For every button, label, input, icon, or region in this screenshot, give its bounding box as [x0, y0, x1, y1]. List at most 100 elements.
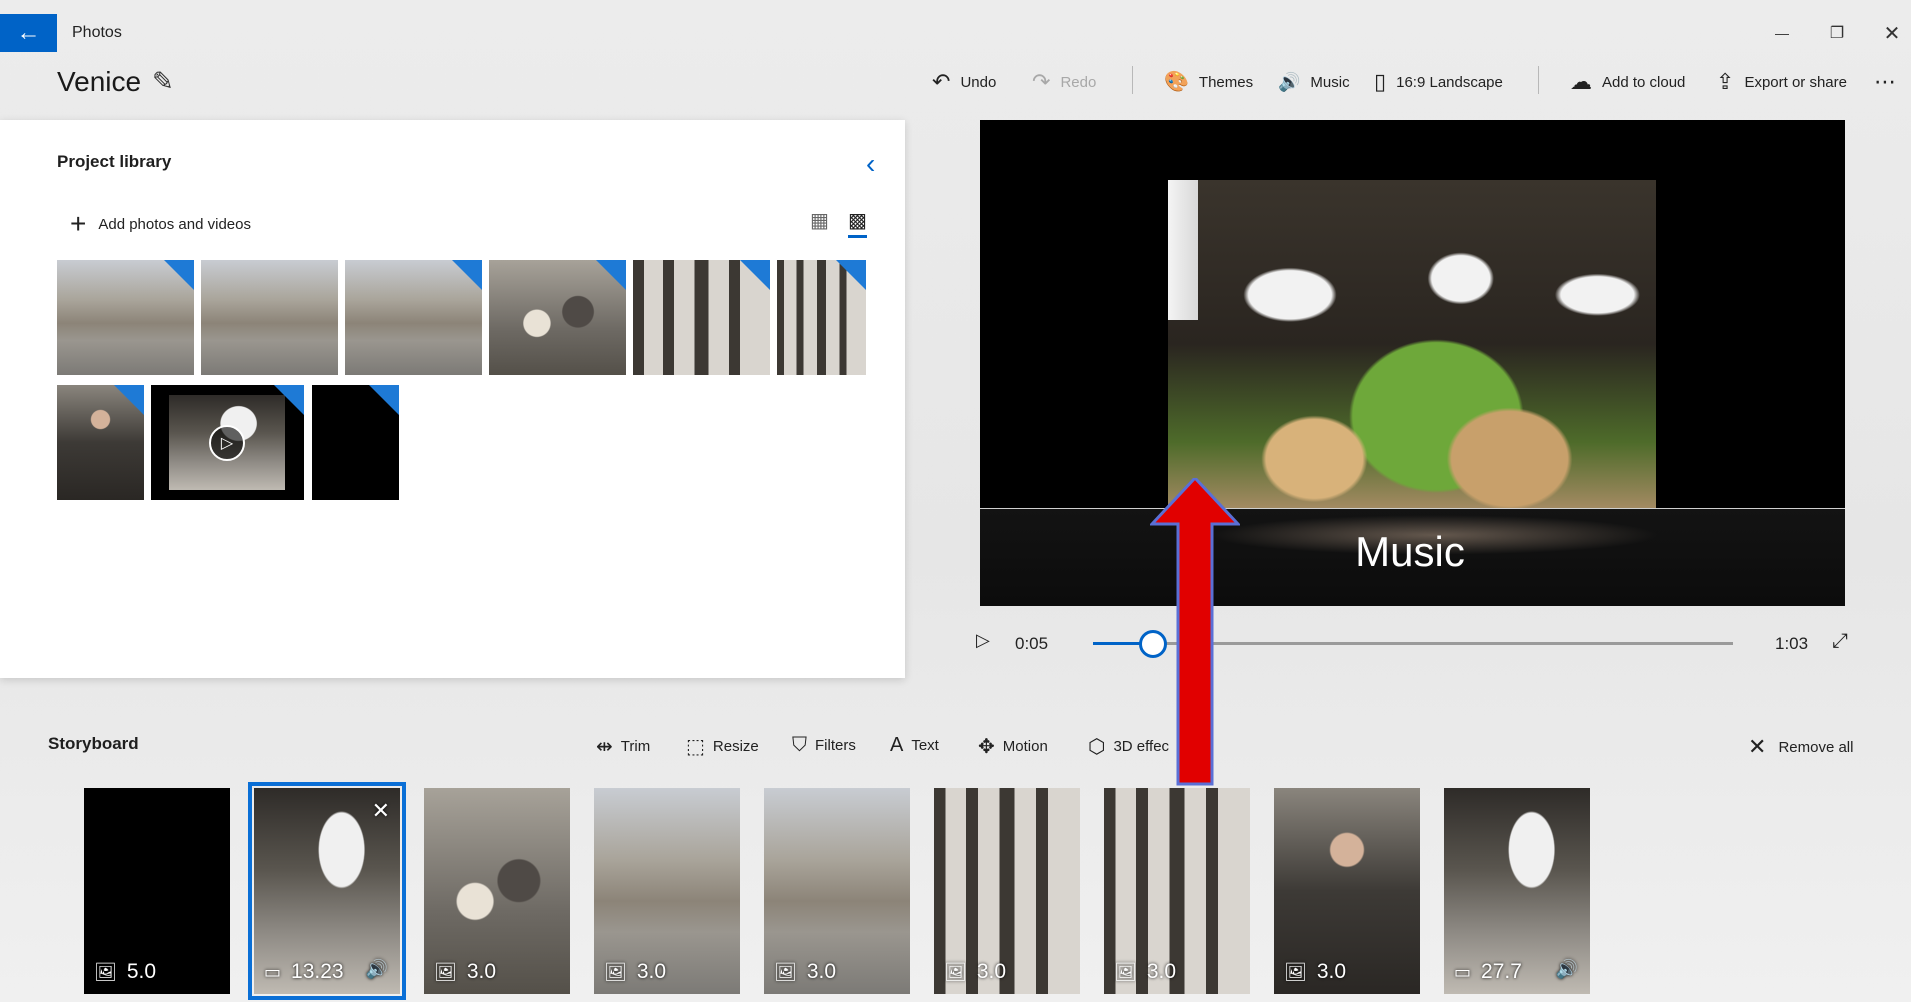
storyboard-card[interactable]: ▭ 27.7 🔊	[1444, 788, 1590, 994]
card-duration: 3.0	[1316, 960, 1347, 983]
trim-label: Trim	[620, 738, 651, 755]
edit-title-icon[interactable]: ✎	[152, 66, 174, 97]
aspect-ratio-button[interactable]: ▯ 16:9 Landscape	[1374, 66, 1503, 98]
export-share-label: Export or share	[1744, 73, 1847, 91]
redo-icon: ↷	[1032, 69, 1051, 94]
in-use-marker	[274, 385, 304, 415]
undo-icon: ↶	[932, 69, 951, 94]
speaker-icon: 🔊	[1278, 72, 1301, 92]
storyboard-card[interactable]: 🖼 5.0	[84, 788, 230, 994]
audio-icon[interactable]: 🔊	[1556, 959, 1578, 980]
storyboard-card[interactable]: 🖼 3.0	[934, 788, 1080, 994]
aspect-ratio-label: 16:9 Landscape	[1396, 73, 1503, 91]
library-thumbnail[interactable]	[57, 385, 144, 500]
card-duration: 3.0	[806, 960, 837, 983]
themes-label: Themes	[1198, 73, 1254, 91]
card-duration: 27.7	[1481, 960, 1522, 983]
library-thumbnail[interactable]	[57, 260, 194, 375]
in-use-marker	[836, 260, 866, 290]
motion-button[interactable]: ✥ Motion	[978, 734, 1048, 759]
image-icon: 🖼	[1114, 961, 1137, 982]
trim-button[interactable]: ⇹ Trim	[596, 734, 650, 759]
image-icon: 🖼	[774, 961, 797, 982]
library-thumbnail[interactable]	[312, 385, 399, 500]
collapse-library-button[interactable]: ‹	[866, 148, 875, 180]
trim-icon: ⇹	[596, 736, 613, 758]
in-use-marker	[596, 260, 626, 290]
text-icon: A	[890, 734, 904, 756]
small-grid-view-button[interactable]: ▩	[848, 208, 867, 238]
filters-button[interactable]: ⛉ Filters	[792, 734, 856, 757]
card-duration: 3.0	[976, 960, 1007, 983]
cloud-icon: ☁	[1570, 69, 1592, 94]
storyboard-card[interactable]: 🖼 3.0	[764, 788, 910, 994]
image-icon: 🖼	[944, 961, 967, 982]
export-share-button[interactable]: ⇪ Export or share	[1716, 66, 1847, 98]
library-thumbnail[interactable]	[777, 260, 866, 375]
image-icon: 🖼	[1284, 961, 1307, 982]
current-time: 0:05	[1015, 634, 1049, 653]
large-grid-view-button[interactable]: ▦	[810, 208, 829, 233]
toolbar-divider	[1132, 66, 1133, 94]
video-icon: ▭	[1454, 961, 1472, 982]
text-button[interactable]: A Text	[890, 734, 939, 757]
minimize-icon: —	[1775, 25, 1789, 41]
total-time: 1:03	[1775, 634, 1809, 653]
image-icon: 🖼	[94, 961, 117, 982]
add-photos-videos-label: Add photos and videos	[98, 215, 251, 233]
remove-card-icon[interactable]: ✕	[372, 798, 390, 824]
toolbar-divider	[1538, 66, 1539, 94]
back-arrow-icon: ←	[16, 19, 41, 46]
library-video-thumbnail[interactable]: ▷	[151, 385, 304, 500]
expand-icon: ⤢	[1832, 630, 1848, 652]
plus-icon: +	[70, 208, 87, 239]
library-thumbnail[interactable]	[345, 260, 482, 375]
preview-frame-image	[1168, 180, 1656, 508]
audio-icon[interactable]: 🔊	[366, 959, 388, 980]
app-title: Photos	[72, 24, 122, 41]
filters-label: Filters	[815, 737, 856, 754]
storyboard-card-selected[interactable]: ✕ ▭ 13.23 🔊	[248, 782, 406, 1000]
restore-icon: ❐	[1829, 25, 1845, 42]
add-to-cloud-button[interactable]: ☁ Add to cloud	[1570, 66, 1685, 98]
more-options-button[interactable]: ⋯	[1874, 66, 1896, 98]
remove-all-button[interactable]: ✕ Remove all	[1748, 734, 1853, 760]
minimize-button[interactable]: —	[1760, 16, 1804, 50]
fullscreen-button[interactable]: ⤢	[1832, 630, 1848, 653]
undo-label: Undo	[960, 73, 997, 91]
back-button[interactable]: ←	[0, 14, 57, 52]
themes-button[interactable]: 🎨 Themes	[1164, 66, 1253, 98]
large-grid-icon: ▦	[810, 210, 829, 232]
project-title[interactable]: Venice	[57, 66, 141, 98]
storyboard-card[interactable]: 🖼 3.0	[1104, 788, 1250, 994]
play-button[interactable]: ▷	[976, 630, 990, 651]
redo-button[interactable]: ↷ Redo	[1032, 66, 1096, 98]
motion-label: Motion	[1002, 738, 1048, 755]
in-use-marker	[164, 260, 194, 290]
text-label: Text	[911, 737, 939, 754]
more-icon: ⋯	[1874, 69, 1896, 94]
restore-button[interactable]: ❐	[1815, 16, 1859, 50]
library-thumbnail[interactable]	[201, 260, 338, 375]
library-title: Project library	[57, 152, 172, 171]
motion-icon: ✥	[978, 736, 995, 758]
library-thumbnail[interactable]	[633, 260, 770, 375]
storyboard-card[interactable]: 🖼 3.0	[594, 788, 740, 994]
palette-icon: 🎨	[1164, 71, 1189, 93]
filters-icon: ⛉	[792, 734, 807, 756]
library-thumbnail[interactable]	[489, 260, 626, 375]
small-grid-icon: ▩	[848, 210, 867, 232]
add-photos-videos-button[interactable]: + Add photos and videos	[70, 208, 251, 240]
storyboard-card[interactable]: 🖼 3.0	[1274, 788, 1420, 994]
resize-label: Resize	[712, 738, 759, 755]
in-use-marker	[452, 260, 482, 290]
close-button[interactable]: ✕	[1870, 16, 1911, 50]
storyboard-card[interactable]: 🖼 3.0	[424, 788, 570, 994]
undo-button[interactable]: ↶ Undo	[932, 66, 996, 98]
in-use-marker	[740, 260, 770, 290]
in-use-marker	[369, 385, 399, 415]
play-icon: ▷	[209, 425, 245, 461]
music-button[interactable]: 🔊 Music	[1278, 66, 1350, 98]
video-icon: ▭	[264, 961, 282, 982]
resize-button[interactable]: ⬚ Resize	[686, 734, 759, 759]
